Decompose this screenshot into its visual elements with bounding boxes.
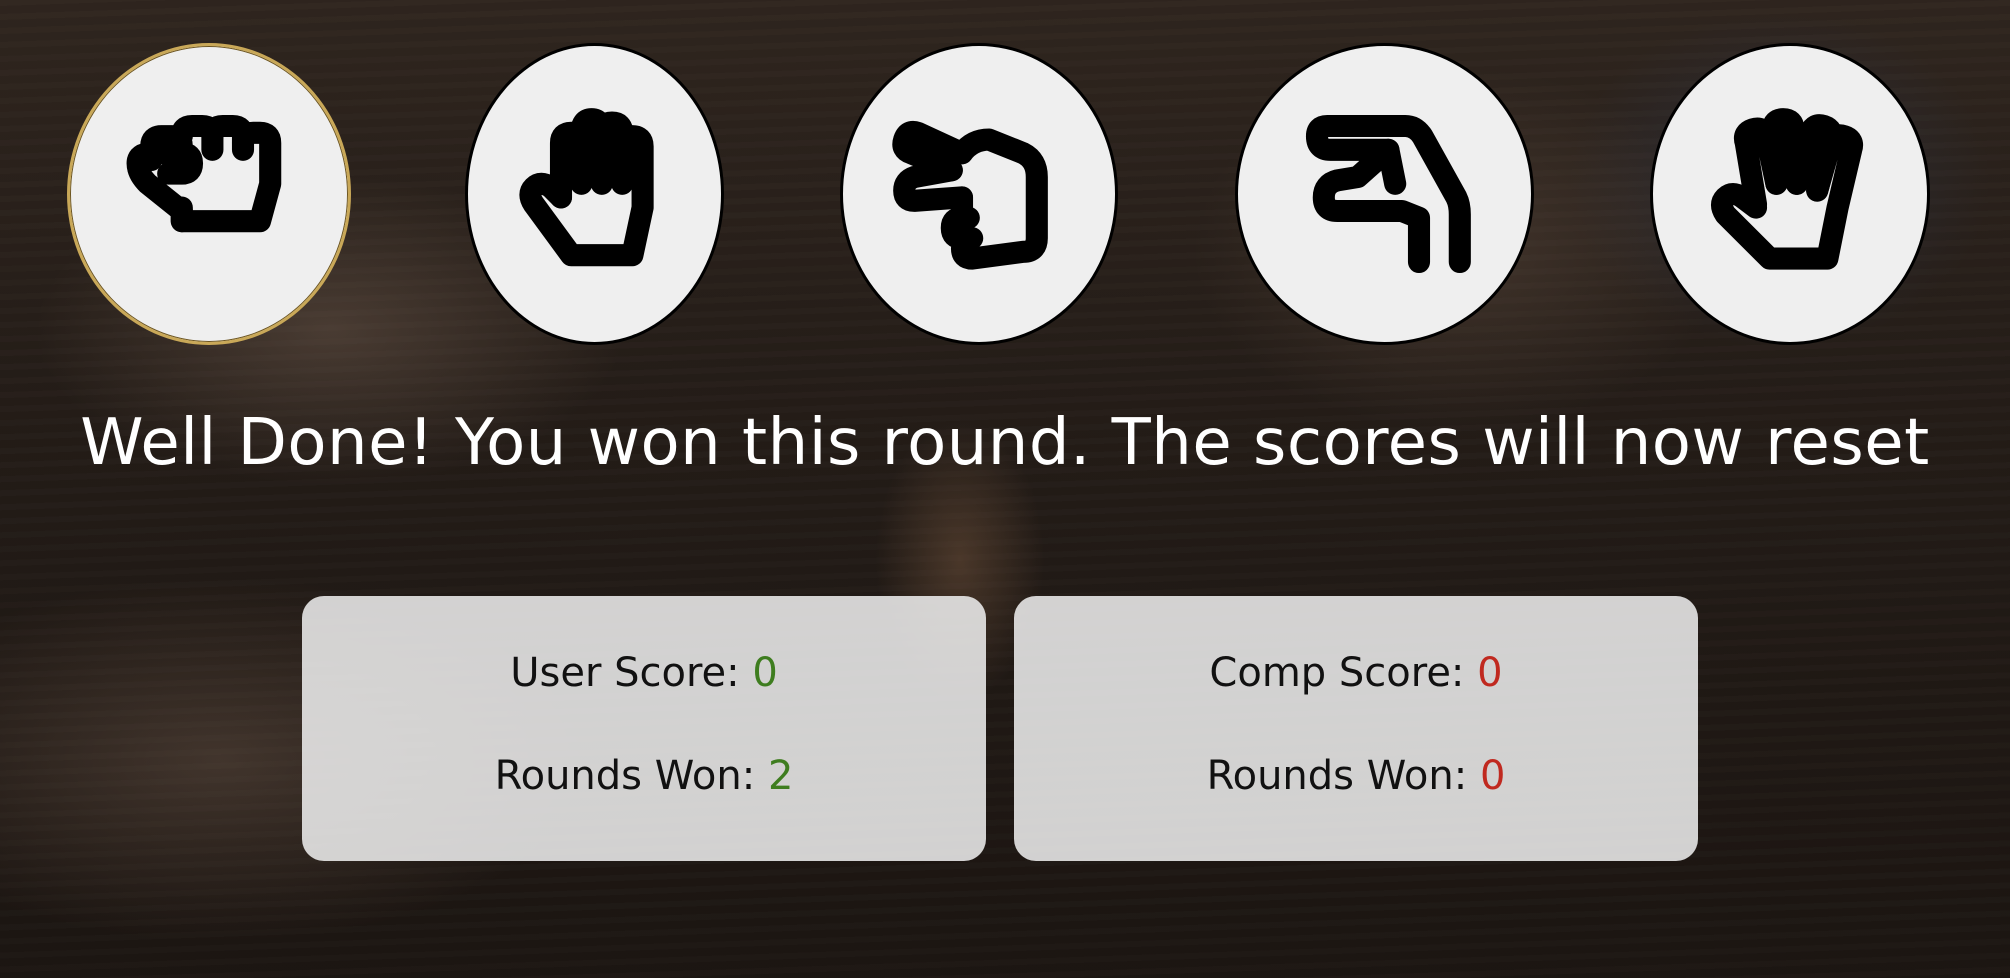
rock-hand-icon [126, 114, 282, 233]
comp-rounds-label: Rounds Won: [1206, 753, 1480, 799]
user-score-label: User Score: [510, 650, 753, 696]
user-score-value: 0 [752, 650, 778, 696]
comp-score-card: Comp Score: 0 Rounds Won: 0 [1014, 596, 1698, 861]
lizard-hand-icon [1305, 114, 1471, 274]
paper-hand-icon [518, 108, 654, 267]
user-rounds-value: 2 [767, 753, 794, 799]
user-rounds-line: Rounds Won: 2 [302, 753, 986, 799]
comp-score-label: Comp Score: [1209, 650, 1478, 696]
rock-button[interactable] [67, 43, 351, 345]
comp-rounds-line: Rounds Won: 0 [1014, 753, 1698, 799]
user-score-line: User Score: 0 [302, 650, 986, 696]
comp-score-line: Comp Score: 0 [1014, 650, 1698, 696]
result-message: Well Done! You won this round. The score… [80, 406, 1930, 480]
choice-buttons [0, 0, 2010, 360]
user-rounds-label: Rounds Won: [494, 753, 768, 799]
comp-score-value: 0 [1477, 650, 1503, 696]
spock-button[interactable] [1650, 43, 1930, 345]
scissors-hand-icon [892, 120, 1048, 270]
spock-hand-icon [1711, 108, 1864, 270]
paper-button[interactable] [465, 43, 724, 345]
user-score-card: User Score: 0 Rounds Won: 2 [302, 596, 986, 861]
scissors-button[interactable] [840, 43, 1118, 345]
lizard-button[interactable] [1235, 43, 1534, 345]
comp-rounds-value: 0 [1479, 753, 1506, 799]
